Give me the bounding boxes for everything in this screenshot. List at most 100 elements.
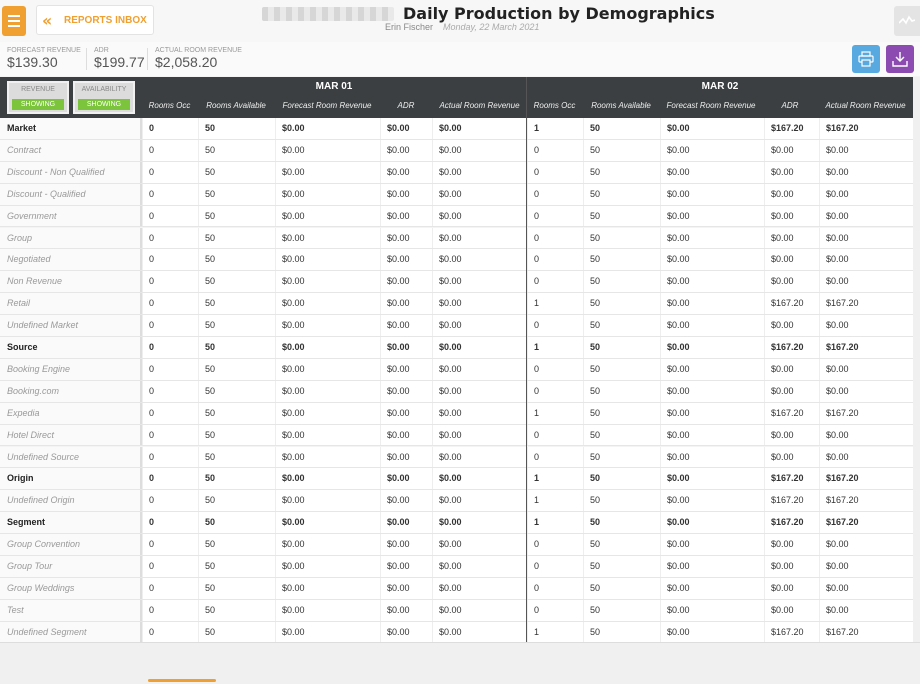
table-cell: $0.00 bbox=[764, 534, 819, 555]
table-cell: $0.00 bbox=[432, 249, 526, 271]
table-cell: $0.00 bbox=[275, 205, 380, 227]
table-cell: $0.00 bbox=[660, 205, 764, 227]
table-cell: $0.00 bbox=[764, 315, 819, 336]
stat-forecast-revenue: FORECAST REVENUE $139.30 bbox=[7, 47, 81, 70]
table-cell: $0.00 bbox=[660, 315, 764, 336]
trend-button[interactable] bbox=[894, 6, 920, 36]
table-row[interactable]: Contract 0 50 $0.00 $0.00 $0.00 0 50 $0.00 $0.00 $… bbox=[0, 139, 920, 162]
menu-icon bbox=[8, 20, 20, 22]
table-cell: $0.00 bbox=[432, 468, 526, 490]
menu-button[interactable] bbox=[2, 6, 26, 36]
table-cell: $167.20 bbox=[764, 621, 819, 643]
date-divider bbox=[526, 77, 527, 642]
table-cell: $0.00 bbox=[660, 380, 764, 402]
date-title: MAR 01 bbox=[315, 81, 353, 92]
column-header-forecast-room-revenue[interactable]: Forecast Room Revenue bbox=[275, 101, 379, 110]
table-cell: $0.00 bbox=[432, 227, 526, 249]
table-cell: $0.00 bbox=[660, 424, 764, 446]
table-cell: $167.20 bbox=[764, 293, 819, 315]
table-cell: $0.00 bbox=[275, 293, 380, 315]
table-cell: 0 bbox=[142, 249, 198, 271]
table-row[interactable]: Government 0 50 $0.00 $0.00 $0.00 0 50 $0.00 $0.0… bbox=[0, 205, 920, 228]
table-cell: $0.00 bbox=[819, 315, 913, 336]
table-cell: $0.00 bbox=[380, 271, 432, 293]
table-cell: 50 bbox=[583, 118, 660, 139]
table-cell: $0.00 bbox=[380, 293, 432, 315]
table-row[interactable]: Source 0 50 $0.00 $0.00 $0.00 1 50 $0.00 $167.20 $… bbox=[0, 337, 920, 359]
table-cell: $0.00 bbox=[764, 183, 819, 205]
table-cell: 50 bbox=[198, 227, 275, 249]
table-row[interactable]: Test 0 50 $0.00 $0.00 $0.00 0 50 $0.00 $0.00 $0.00 bbox=[0, 599, 920, 622]
column-header-adr[interactable]: ADR bbox=[380, 101, 432, 110]
table-cell: $0.00 bbox=[380, 599, 432, 621]
table-row[interactable]: Group Weddings 0 50 $0.00 $0.00 $0.00 0 50 $0.00… bbox=[0, 577, 920, 600]
table-row[interactable]: Undefined Segment 0 50 $0.00 $0.00 $0.00 1 50 $0… bbox=[0, 621, 920, 644]
table-row[interactable]: Discount - Qualified 0 50 $0.00 $0.00 $0.00 0 5… bbox=[0, 183, 920, 206]
table-row[interactable]: Undefined Market 0 50 $0.00 $0.00 $0.00 0 50 $0.… bbox=[0, 315, 920, 337]
column-header-rooms-occ[interactable]: Rooms Occ bbox=[142, 101, 197, 110]
table-cell: 0 bbox=[142, 556, 198, 577]
table-row[interactable]: Undefined Source 0 50 $0.00 $0.00 $0.00 0 50 $0.… bbox=[0, 446, 920, 469]
row-label: Group Tour bbox=[0, 556, 142, 577]
table-row[interactable]: Retail 0 50 $0.00 $0.00 $0.00 1 50 $0.00 $167.20 $… bbox=[0, 293, 920, 316]
table-row[interactable]: Segment 0 50 $0.00 $0.00 $0.00 1 50 $0.00 $167.20… bbox=[0, 512, 920, 535]
table-cell: $167.20 bbox=[819, 337, 913, 358]
column-header-rooms-available[interactable]: Rooms Available bbox=[583, 101, 659, 110]
table-cell: 0 bbox=[527, 358, 583, 380]
table-cell: $0.00 bbox=[275, 446, 380, 468]
revenue-toggle[interactable]: REVENUE SHOWING bbox=[7, 81, 69, 114]
column-header-actual-room-revenue[interactable]: Actual Room Revenue bbox=[433, 101, 526, 110]
column-header-adr[interactable]: ADR bbox=[763, 101, 817, 110]
table-row[interactable]: Origin 0 50 $0.00 $0.00 $0.00 1 50 $0.00 $167.20 $… bbox=[0, 468, 920, 491]
horizontal-scrollbar[interactable] bbox=[148, 679, 216, 682]
table-cell: $0.00 bbox=[819, 271, 913, 293]
divider bbox=[86, 48, 87, 70]
print-button[interactable] bbox=[852, 45, 880, 73]
table-cell: $0.00 bbox=[819, 534, 913, 555]
row-label: Retail bbox=[0, 293, 142, 315]
reports-inbox-button[interactable]: ‹‹ REPORTS INBOX bbox=[36, 5, 154, 35]
table-row[interactable]: Hotel Direct 0 50 $0.00 $0.00 $0.00 0 50 $0.00 $0… bbox=[0, 424, 920, 447]
table-cell: 50 bbox=[583, 621, 660, 643]
table-row[interactable]: Discount - Non Qualified 0 50 $0.00 $0.00 $0.… bbox=[0, 161, 920, 184]
table-row[interactable]: Expedia 0 50 $0.00 $0.00 $0.00 1 50 $0.00 $167.20… bbox=[0, 402, 920, 425]
table-row[interactable]: Undefined Origin 0 50 $0.00 $0.00 $0.00 1 50 $0.… bbox=[0, 490, 920, 513]
table-cell: $0.00 bbox=[432, 446, 526, 468]
row-label: Expedia bbox=[0, 402, 142, 424]
table-row[interactable]: Booking Engine 0 50 $0.00 $0.00 $0.00 0 50 $0.00… bbox=[0, 358, 920, 381]
table-cell: $0.00 bbox=[660, 402, 764, 424]
availability-toggle[interactable]: AVAILABILITY SHOWING bbox=[73, 81, 135, 114]
column-header-actual-room-revenue[interactable]: Actual Room Revenue bbox=[818, 101, 913, 110]
table-row[interactable]: Group Tour 0 50 $0.00 $0.00 $0.00 0 50 $0.00 $0.0… bbox=[0, 556, 920, 578]
column-header-rooms-available[interactable]: Rooms Available bbox=[198, 101, 274, 110]
table-cell: $0.00 bbox=[660, 577, 764, 599]
table-row[interactable]: Booking.com 0 50 $0.00 $0.00 $0.00 0 50 $0.00 $0.… bbox=[0, 380, 920, 403]
table-row[interactable]: Market 0 50 $0.00 $0.00 $0.00 1 50 $0.00 $167.20 $… bbox=[0, 118, 920, 140]
table-cell: 1 bbox=[527, 468, 583, 490]
table-cell: 1 bbox=[527, 512, 583, 534]
table-row[interactable]: Group Convention 0 50 $0.00 $0.00 $0.00 0 50 $0.… bbox=[0, 534, 920, 556]
download-button[interactable] bbox=[886, 45, 914, 73]
column-header-rooms-occ[interactable]: Rooms Occ bbox=[527, 101, 582, 110]
table-row[interactable]: Group 0 50 $0.00 $0.00 $0.00 0 50 $0.00 $0.00 $0.0… bbox=[0, 227, 920, 250]
table-cell: $0.00 bbox=[432, 556, 526, 577]
table-cell: $0.00 bbox=[432, 380, 526, 402]
table-cell: 0 bbox=[142, 446, 198, 468]
scroll-gutter[interactable] bbox=[913, 77, 920, 642]
row-label: Negotiated bbox=[0, 249, 142, 271]
table-cell: $0.00 bbox=[819, 599, 913, 621]
page-title: Daily Production by Demographics bbox=[403, 4, 715, 23]
table-cell: $167.20 bbox=[764, 118, 819, 139]
table-cell: 50 bbox=[583, 556, 660, 577]
table-cell: $0.00 bbox=[660, 621, 764, 643]
table-cell: $0.00 bbox=[660, 468, 764, 490]
table-cell: $0.00 bbox=[380, 556, 432, 577]
table-cell: 50 bbox=[583, 446, 660, 468]
table-cell: $0.00 bbox=[380, 468, 432, 490]
table-row[interactable]: Negotiated 0 50 $0.00 $0.00 $0.00 0 50 $0.00 $0.0… bbox=[0, 249, 920, 272]
table-cell: $0.00 bbox=[432, 118, 526, 139]
stat-value: $2,058.20 bbox=[155, 54, 218, 70]
table-cell: $0.00 bbox=[380, 358, 432, 380]
column-header-forecast-room-revenue[interactable]: Forecast Room Revenue bbox=[660, 101, 762, 110]
table-row[interactable]: Non Revenue 0 50 $0.00 $0.00 $0.00 0 50 $0.00 $0.… bbox=[0, 271, 920, 294]
